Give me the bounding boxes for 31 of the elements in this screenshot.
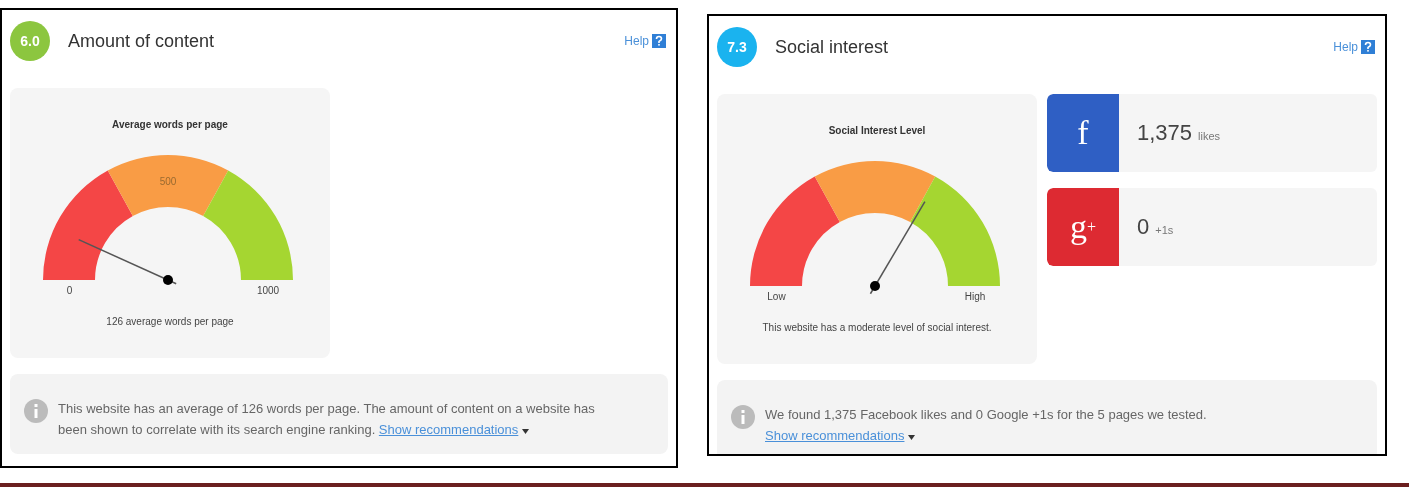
section-title: Amount of content bbox=[68, 30, 215, 52]
social-unit: +1s bbox=[1155, 224, 1174, 236]
social-icon: f bbox=[1047, 94, 1119, 172]
show-recommendations-link[interactable]: Show recommendations bbox=[765, 428, 905, 443]
info-text: We found 1,375 Facebook likes and 0 Google +1s for the 5 pages we tested. Show recommendations bbox=[765, 406, 1208, 445]
social-count: 0 bbox=[1137, 214, 1150, 240]
social-icon: g$^{+}$ bbox=[1047, 188, 1119, 266]
section-title: Social interest bbox=[775, 36, 889, 58]
help-icon bbox=[652, 34, 666, 48]
gauge-caption: This website has a moderate level of social interest. bbox=[762, 322, 992, 333]
caret-icon bbox=[908, 434, 916, 440]
show-recommendations-link[interactable]: Show recommendations bbox=[378, 422, 519, 437]
help-link[interactable]: Help bbox=[1333, 40, 1375, 54]
help-icon bbox=[1361, 40, 1375, 54]
info-icon bbox=[24, 399, 48, 423]
gauge-mid-label: 500 bbox=[159, 176, 177, 187]
gauge-caption: 126 average words per page bbox=[106, 316, 234, 327]
gauge-min-label: Low bbox=[767, 291, 786, 302]
gauge-title: Average words per page bbox=[112, 118, 228, 132]
gauge-max-label: 1000 bbox=[256, 285, 280, 296]
gauge-max-label: High bbox=[964, 291, 986, 302]
info-text: This website has an average of 126 words per page. The amount of content on a website has been shown to correlate with its search engine ranking. Show recommendations bbox=[58, 400, 596, 439]
caret-icon bbox=[522, 428, 530, 434]
social-unit: likes bbox=[1198, 130, 1221, 142]
help-link[interactable]: Help bbox=[624, 34, 666, 48]
score-badge: 6.0 bbox=[10, 21, 50, 61]
gauge-title: Social Interest Level bbox=[828, 124, 926, 138]
score-badge: 7.3 bbox=[717, 27, 757, 67]
social-count: 1,375 bbox=[1137, 120, 1193, 146]
gauge-min-label: 0 bbox=[66, 285, 73, 296]
info-icon bbox=[731, 405, 755, 429]
